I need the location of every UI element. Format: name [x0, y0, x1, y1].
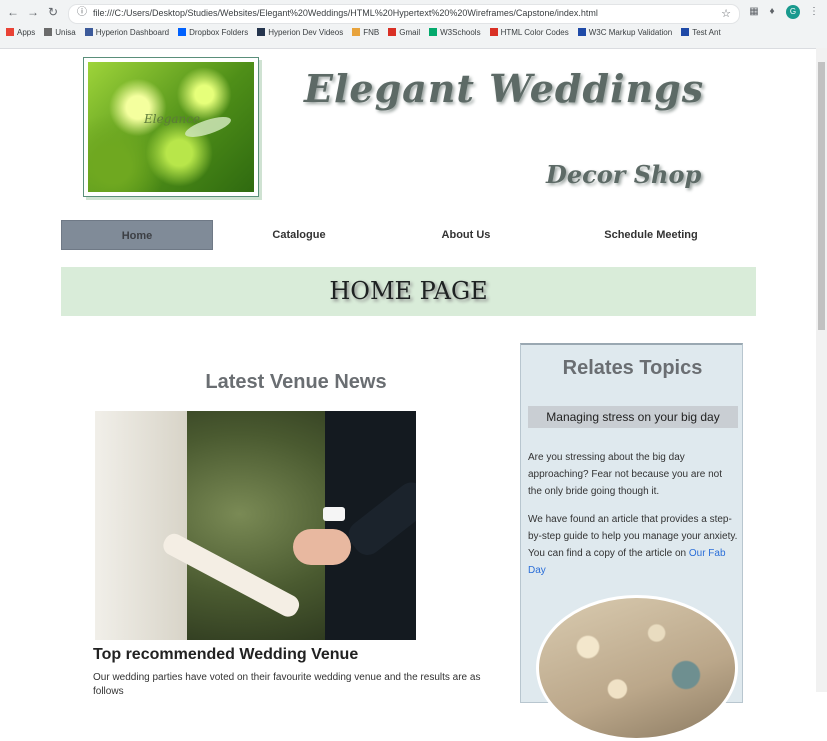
- bookmark-icon: [44, 28, 53, 36]
- nav-catalogue[interactable]: Catalogue: [239, 220, 359, 250]
- bookmark-label: W3C Markup Validation: [588, 28, 673, 37]
- wedding-decor-photo: [536, 595, 738, 741]
- bookmark-label: Gmail: [399, 28, 421, 37]
- bookmark-label: Hyperion Dashboard: [95, 28, 170, 37]
- bookmark-label: FNB: [363, 28, 380, 37]
- bookmark-label: Dropbox Folders: [189, 28, 249, 37]
- page-scrollbar[interactable]: [816, 48, 827, 692]
- apps-grid-icon: [6, 28, 14, 36]
- bookmark-item[interactable]: Hyperion Dashboard: [84, 28, 170, 37]
- sidebar-heading: Relates Topics: [562, 357, 703, 379]
- bookmark-item[interactable]: HTML Color Codes: [489, 28, 569, 37]
- gmail-icon: [388, 28, 397, 36]
- bookmark-icon: [681, 28, 690, 36]
- forward-icon[interactable]: →: [26, 5, 40, 19]
- wedding-hands-photo: [95, 411, 416, 640]
- site-logo[interactable]: Elegance: [83, 57, 259, 197]
- w3c-icon: [577, 28, 586, 36]
- bookmark-icon: [489, 28, 498, 36]
- bookmark-item[interactable]: Gmail: [388, 28, 420, 37]
- bookmark-label: Unisa: [55, 28, 76, 37]
- bookmark-label: Apps: [17, 28, 36, 37]
- scrollbar-thumb[interactable]: [818, 62, 825, 330]
- main-navigation: Home Catalogue About Us Schedule Meeting: [61, 220, 761, 250]
- bookmark-item[interactable]: Hyperion Dev Videos: [257, 28, 343, 37]
- bookmark-icon: [257, 28, 266, 36]
- bookmark-item[interactable]: W3C Markup Validation: [577, 28, 673, 37]
- related-topics-sidebar: Relates Topics Managing stress on your b…: [520, 343, 743, 741]
- photo-cuff: [323, 507, 345, 521]
- bookmark-icon: [84, 28, 93, 36]
- address-bar[interactable]: ⓘ file:///C:/Users/Desktop/Studies/Websi…: [68, 4, 740, 24]
- bookmark-item[interactable]: Dropbox Folders: [178, 28, 248, 37]
- bookmark-item[interactable]: Test Ant: [681, 28, 721, 37]
- more-menu-icon[interactable]: ⋮: [808, 6, 820, 18]
- fnb-icon: [352, 28, 361, 36]
- article-text: Our wedding parties have voted on their …: [93, 672, 481, 697]
- bookmark-star-icon[interactable]: ☆: [721, 7, 731, 20]
- page-banner: HOME PAGE: [61, 267, 756, 316]
- profile-avatar[interactable]: G: [786, 5, 800, 19]
- bookmarks-bar: Apps Unisa Hyperion Dashboard Dropbox Folde…: [6, 28, 821, 42]
- bookmark-item[interactable]: FNB: [352, 28, 379, 37]
- sidebar-paragraph-2: We have found an article that provides a…: [528, 511, 738, 579]
- nav-about-us[interactable]: About Us: [406, 220, 526, 250]
- article-title: Top recommended Wedding Venue: [93, 646, 359, 663]
- bookmark-label: W3Schools: [440, 28, 481, 37]
- news-heading: Latest Venue News: [205, 371, 387, 393]
- browser-toolbar: ← → ↻ ⓘ file:///C:/Users/Desktop/Studies…: [0, 0, 827, 49]
- reload-icon[interactable]: ↻: [46, 5, 60, 19]
- bookmark-label: HTML Color Codes: [500, 28, 569, 37]
- extensions-puzzle-icon[interactable]: ♦: [766, 6, 778, 18]
- bookmark-item[interactable]: Apps: [6, 28, 35, 37]
- sidebar-paragraph-1: Are you stressing about the big day appr…: [528, 452, 723, 497]
- site-title: Elegant Weddings: [304, 66, 705, 111]
- nav-schedule-meeting[interactable]: Schedule Meeting: [581, 220, 721, 250]
- site-subtitle: Decor Shop: [546, 160, 702, 189]
- address-url[interactable]: file:///C:/Users/Desktop/Studies/Website…: [93, 8, 713, 18]
- photo-hands: [293, 529, 351, 565]
- nav-home[interactable]: Home: [61, 220, 213, 250]
- back-icon[interactable]: ←: [6, 5, 20, 19]
- photo-dress: [95, 411, 187, 640]
- sidebar-subheading: Managing stress on your big day: [528, 406, 738, 428]
- logo-image: Elegance: [88, 62, 254, 192]
- dropbox-icon: [178, 28, 187, 36]
- logo-text: Elegance: [144, 112, 201, 126]
- info-icon[interactable]: ⓘ: [77, 7, 89, 19]
- extension-icon[interactable]: ▦: [748, 6, 760, 18]
- w3schools-icon: [429, 28, 438, 36]
- page-title: HOME PAGE: [329, 277, 488, 305]
- bookmark-label: Hyperion Dev Videos: [268, 28, 344, 37]
- bookmark-item[interactable]: W3Schools: [429, 28, 481, 37]
- bookmark-label: Test Ant: [692, 28, 721, 37]
- bookmark-item[interactable]: Unisa: [44, 28, 76, 37]
